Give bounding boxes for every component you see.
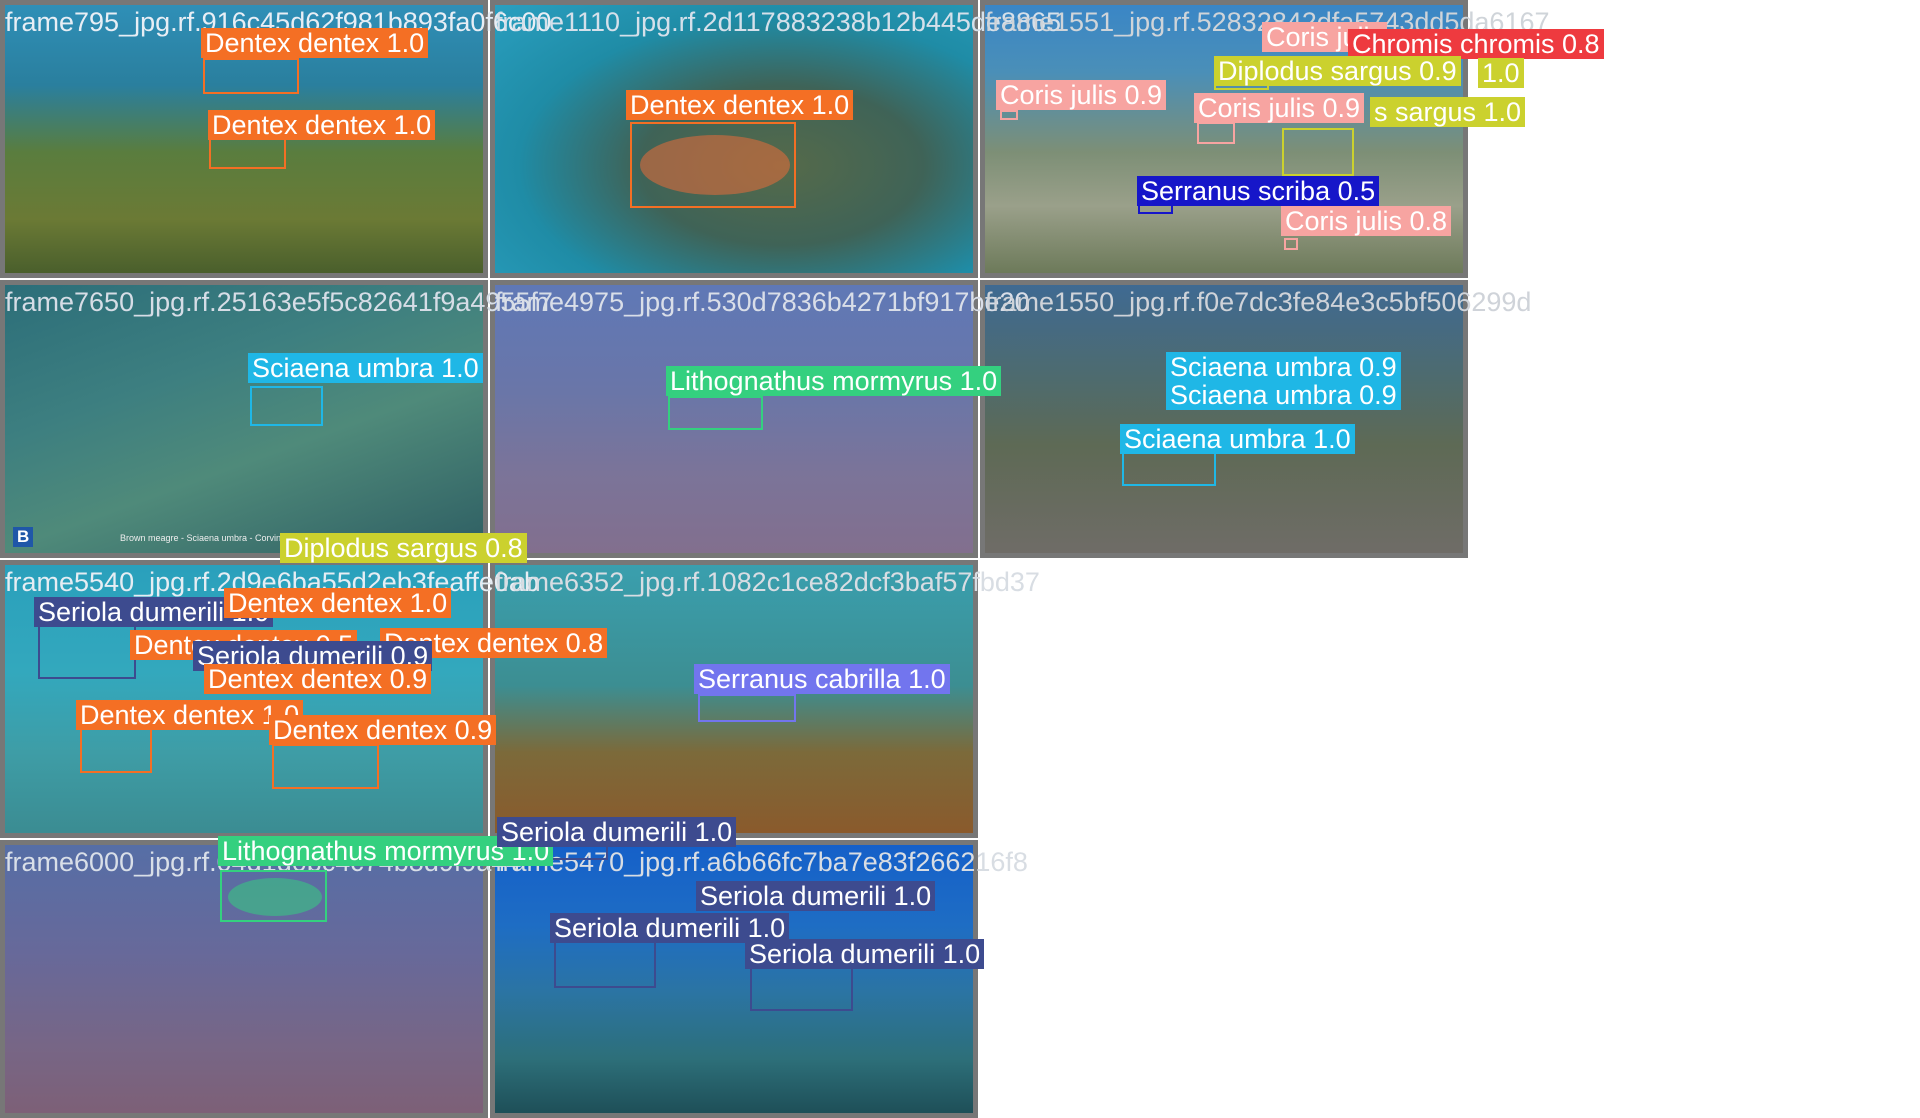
detection-label: Seriola dumerili 1.0 <box>497 817 737 847</box>
detection-label: Sciaena umbra 0.9 <box>1166 380 1401 410</box>
bounding-box <box>80 727 152 773</box>
bounding-box <box>1284 238 1298 250</box>
detection-label: Diplodus sargus 0.8 <box>280 533 527 563</box>
detection-label: Dentex dentex 1.0 <box>208 110 436 140</box>
detection-label: Coris julis 0.8 <box>1281 206 1452 236</box>
detection-label: 1.0 <box>1478 58 1524 88</box>
bounding-box <box>1000 110 1018 120</box>
image-tile <box>980 280 1468 558</box>
detection-label: Coris julis 0.9 <box>996 80 1167 110</box>
bounding-box <box>38 625 136 679</box>
detection-mosaic: B Brown meagre - Sciaena umbra - Corvina… <box>0 0 1920 1118</box>
bounding-box <box>750 963 853 1011</box>
detection-label: Dentex dentex 0.9 <box>204 664 432 694</box>
detection-label: Coris julis 0.9 <box>1194 93 1365 123</box>
detection-label: Dentex dentex 1.0 <box>224 588 452 618</box>
tile-filename: frame1110_jpg.rf.2d117883238b12b445de886… <box>495 7 1061 37</box>
bounding-box <box>698 694 796 722</box>
underwater-photo: B Brown meagre - Sciaena umbra - Corvina <box>5 285 483 553</box>
detection-label: Chromis chromis 0.8 <box>1348 29 1604 59</box>
detection-label: Serranus cabrilla 1.0 <box>694 664 950 694</box>
bounding-box <box>220 870 327 922</box>
bounding-box <box>272 744 379 789</box>
bounding-box <box>1197 122 1235 144</box>
underwater-photo <box>985 285 1463 553</box>
detection-label: Sciaena umbra 0.9 <box>1166 352 1401 382</box>
bounding-box <box>203 58 299 94</box>
tile-filename: frame1550_jpg.rf.f0e7dc3fe84e3c5bf506299… <box>985 287 1532 317</box>
image-tile: B Brown meagre - Sciaena umbra - Corvina <box>0 280 488 558</box>
detection-label: s sargus 1.0 <box>1370 97 1526 127</box>
bounding-box <box>1282 128 1354 176</box>
detection-label: Serranus scriba 0.5 <box>1137 176 1380 206</box>
bounding-box <box>209 138 286 169</box>
bounding-box <box>630 122 796 208</box>
detection-label: Diplodus sargus 0.9 <box>1214 56 1461 86</box>
tile-filename: frame7650_jpg.rf.25163e5f5c82641f9a4955f… <box>5 287 553 317</box>
detection-label: Seriola dumerili 1.0 <box>745 939 985 969</box>
detection-label: Sciaena umbra 1.0 <box>248 353 483 383</box>
detection-label: Dentex dentex 1.0 <box>626 90 854 120</box>
bounding-box <box>668 396 763 430</box>
corner-badge: B <box>13 527 34 547</box>
detection-label: Dentex dentex 1.0 <box>201 28 429 58</box>
video-caption: Brown meagre - Sciaena umbra - Corvina <box>120 533 287 543</box>
bounding-box <box>1122 452 1216 486</box>
detection-label: Lithognathus mormyrus 1.0 <box>666 366 1002 396</box>
tile-filename: frame6352_jpg.rf.1082c1ce82dcf3baf57fbd3… <box>495 567 1040 597</box>
detection-label: Seriola dumerili 1.0 <box>696 881 936 911</box>
tile-filename: frame4975_jpg.rf.530d7836b4271bf917be20 <box>495 287 1030 317</box>
bounding-box <box>250 386 323 426</box>
detection-label: Sciaena umbra 1.0 <box>1120 424 1355 454</box>
detection-label: Dentex dentex 0.9 <box>269 715 497 745</box>
